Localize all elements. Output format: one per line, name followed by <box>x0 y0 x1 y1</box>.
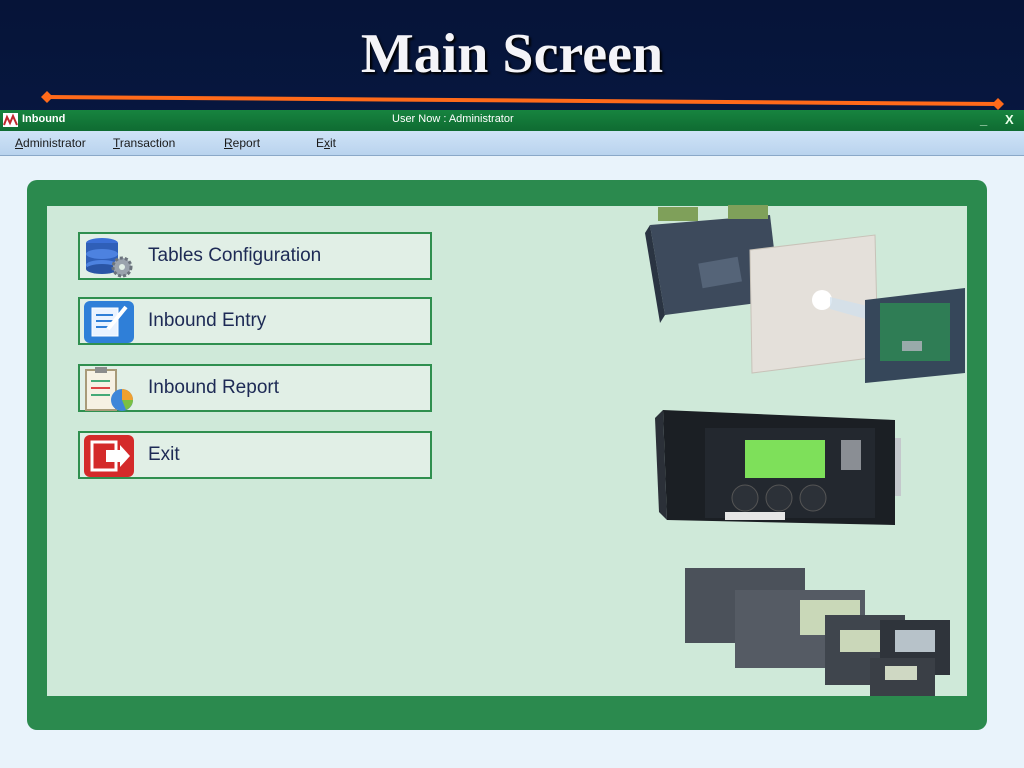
menu-label-rest: eport <box>232 136 261 150</box>
notepad-pencil-icon <box>84 301 134 343</box>
menu-label-rest: dministrator <box>23 136 86 150</box>
button-label: Inbound Report <box>148 377 279 398</box>
close-button[interactable]: X <box>1005 112 1014 127</box>
title-bar: Inbound User Now : Administrator _ X <box>0 110 1024 131</box>
button-label: Exit <box>148 444 180 465</box>
inbound-report-button[interactable]: Inbound Report <box>78 364 432 412</box>
exit-door-icon <box>84 435 134 477</box>
menu-transaction[interactable]: Transaction <box>113 136 175 150</box>
menu-mnemonic: R <box>224 136 233 150</box>
orange-divider-line <box>41 91 1004 110</box>
power-meter-image <box>655 410 901 525</box>
menu-mnemonic: T <box>113 136 120 150</box>
exit-button[interactable]: Exit <box>78 431 432 479</box>
menu-bar: Administrator Transaction Report Exit <box>0 131 1024 156</box>
inbound-entry-button[interactable]: Inbound Entry <box>78 297 432 345</box>
menu-label-rest: ransaction <box>119 136 176 150</box>
menu-exit[interactable]: Exit <box>316 136 336 150</box>
button-label: Inbound Entry <box>148 310 267 331</box>
app-logo-icon <box>3 113 18 127</box>
menu-mnemonic: A <box>15 136 24 150</box>
minimize-button[interactable]: _ <box>980 112 987 127</box>
menu-report[interactable]: Report <box>224 136 260 150</box>
menu-label-rest: it <box>330 136 337 150</box>
app-title: Inbound <box>22 113 66 125</box>
database-gear-icon <box>86 238 133 278</box>
clipboard-chart-icon <box>85 367 133 411</box>
menu-label-pre: E <box>316 136 325 150</box>
app-window: Inbound User Now : Administrator _ X Adm… <box>0 110 1024 768</box>
button-label: Tables Configuration <box>148 245 322 266</box>
tables-configuration-button[interactable]: Tables Configuration <box>78 232 432 280</box>
meter-modules-image <box>685 568 950 696</box>
current-user-label: User Now : Administrator <box>392 113 514 125</box>
module-assembly-image <box>645 205 965 383</box>
menu-administrator[interactable]: Administrator <box>15 136 86 150</box>
